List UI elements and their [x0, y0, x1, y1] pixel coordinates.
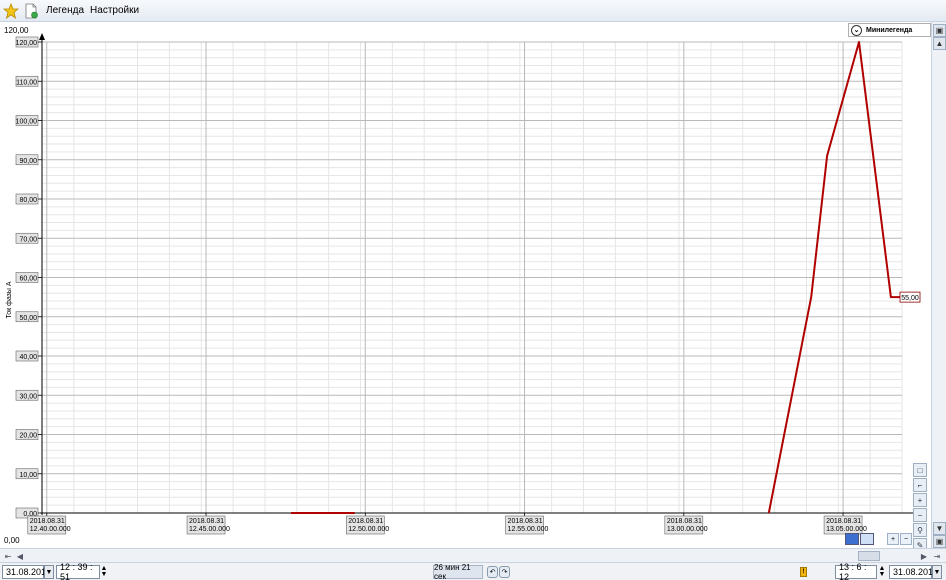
single-view-icon[interactable]	[845, 533, 859, 545]
trend-window: Легенда Настройки 120,00 ⌄ Минилегенда 0…	[0, 0, 946, 580]
scroll-down-icon[interactable]: ▼	[933, 522, 946, 535]
scroll-right-icon[interactable]: ▶	[918, 550, 930, 562]
value-label: 55,00	[901, 295, 919, 302]
date-to-dropdown-icon[interactable]: ▼	[932, 565, 942, 579]
time-to-spinner-icon[interactable]: ▲ ▼	[878, 565, 886, 579]
undo-icon[interactable]: ↶	[487, 566, 498, 578]
y-tick-label: 120,00	[16, 40, 38, 47]
x-tick-date: 2018.08.31	[189, 518, 224, 525]
zoom-out-icon[interactable]: −	[913, 508, 927, 522]
y-tick-label: 90,00	[19, 158, 37, 165]
zoom-in-icon[interactable]: +	[913, 493, 927, 507]
skip-end-icon[interactable]: ⇥	[931, 550, 943, 562]
chart-tools: □ ⌐ + − ⚲ ✎	[913, 463, 928, 553]
scroll-thumb[interactable]	[858, 551, 880, 561]
menu-legend[interactable]: Легенда	[46, 5, 84, 16]
toolbar: Легенда Настройки	[0, 0, 946, 22]
zoom-buttons: + −	[887, 533, 913, 545]
view-mode-buttons	[845, 533, 875, 545]
y-tick-label: 110,00	[16, 79, 37, 86]
scroll-up-icon[interactable]: ▲	[933, 37, 946, 50]
duration-display: 26 мин 21 сек	[433, 563, 483, 580]
status-bar: 31.08.2018 ▼ 12 : 39 : 51 ▲ ▼ 26 мин 21 с…	[0, 562, 946, 580]
x-tick-date: 2018.08.31	[508, 518, 543, 525]
date-from-dropdown-icon[interactable]: ▼	[44, 565, 54, 579]
document-icon[interactable]	[22, 2, 40, 20]
fit-bottom-icon[interactable]: ▣	[933, 535, 946, 548]
menu-settings[interactable]: Настройки	[90, 5, 139, 16]
x-tick-time: 12.40.00.000	[30, 526, 71, 533]
time-to-field[interactable]: 13 : 6 : 12	[835, 562, 877, 580]
y-axis-arrow	[39, 33, 45, 40]
y-axis-min-label: 0,00	[4, 536, 20, 545]
x-tick-time: 12.55.00.000	[508, 526, 549, 533]
x-tick-date: 2018.08.31	[30, 518, 65, 525]
zoom-in-small-icon[interactable]: +	[887, 533, 899, 545]
x-tick-time: 13.00.00.000	[667, 526, 708, 533]
y-tick-label: 10,00	[19, 472, 37, 479]
time-from-field[interactable]: 12 : 39 : 51	[56, 562, 100, 580]
y-axis-title: Ток фазы А	[6, 281, 13, 318]
x-tick-time: 12.45.00.000	[189, 526, 230, 533]
x-tick-date: 2018.08.31	[667, 518, 702, 525]
y-tick-label: 100,00	[16, 119, 38, 126]
x-tick-time: 12.50.00.000	[348, 526, 389, 533]
crosshair-icon[interactable]: ⌐	[913, 478, 927, 492]
trend-chart[interactable]: 0,00 10,00 20,00 30,00 40,00 50,00 60,00 70,00 8…	[0, 22, 931, 548]
date-from-field[interactable]: 31.08.2018	[2, 565, 51, 579]
time-from-spinner-icon[interactable]: ▲ ▼	[100, 565, 108, 579]
zoom-out-small-icon[interactable]: −	[900, 533, 912, 545]
y-tick-label: 20,00	[19, 433, 37, 440]
fit-icon[interactable]: ▣	[933, 24, 946, 37]
y-tick-label: 30,00	[19, 393, 37, 400]
y-tick-label: 70,00	[19, 236, 37, 243]
y-tick-label: 40,00	[19, 354, 37, 361]
split-view-icon[interactable]	[860, 533, 874, 545]
x-tick-date: 2018.08.31	[348, 518, 383, 525]
date-to-field[interactable]: 31.08.2018	[889, 565, 938, 579]
magnifier-icon[interactable]: ⚲	[913, 523, 927, 537]
vertical-scrollbar[interactable]: ▣ ▲ ▼ ▣	[931, 22, 946, 548]
horizontal-scrollbar[interactable]: ⇤ ◀ ▶ ⇥	[0, 548, 946, 562]
redo-icon[interactable]: ↷	[499, 566, 510, 578]
skip-start-icon[interactable]: ⇤	[2, 550, 14, 562]
rectangle-select-icon[interactable]: □	[913, 463, 927, 477]
star-icon[interactable]	[2, 2, 20, 20]
scroll-left-icon[interactable]: ◀	[14, 550, 26, 562]
y-tick-label: 80,00	[19, 197, 37, 204]
x-tick-time: 13.05.00.000	[826, 526, 867, 533]
y-tick-label: 60,00	[19, 276, 37, 283]
x-tick-date: 2018.08.31	[826, 518, 861, 525]
y-tick-label: 50,00	[19, 315, 37, 322]
warning-icon: !	[800, 567, 807, 577]
